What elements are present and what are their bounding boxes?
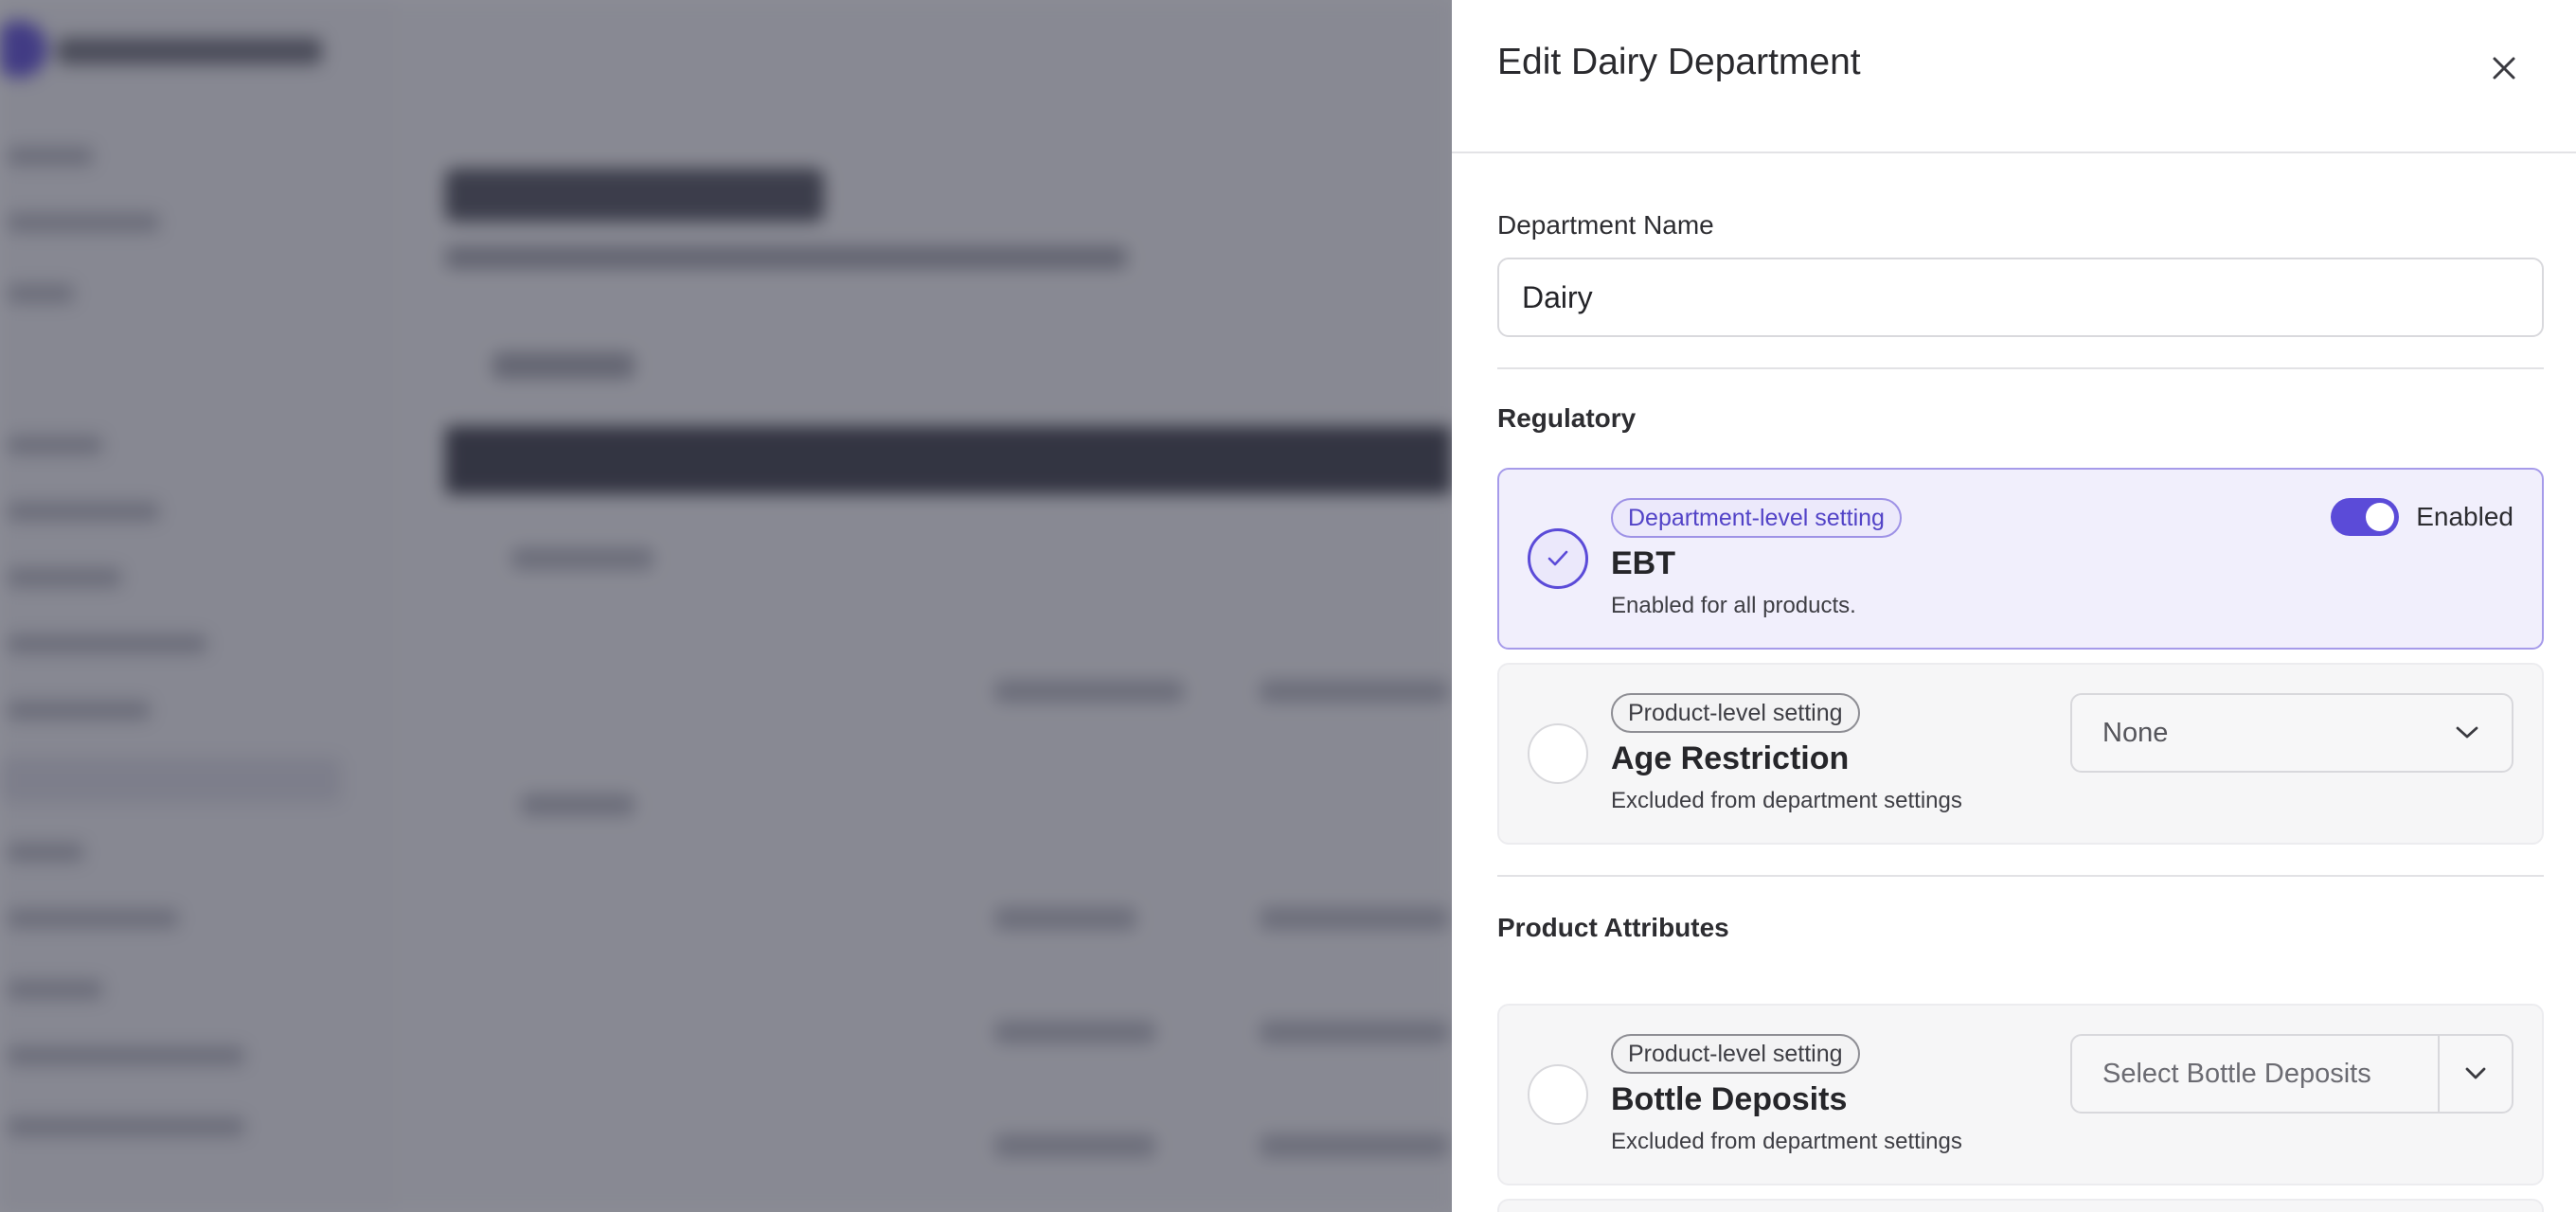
bottle-deposits-description: Excluded from department settings xyxy=(1611,1129,1962,1154)
ebt-toggle[interactable] xyxy=(2331,498,2400,536)
drawer-title: Edit Dairy Department xyxy=(1497,42,1861,82)
close-button[interactable] xyxy=(2485,49,2523,87)
bottle-deposits-level-badge: Product-level setting xyxy=(1611,1034,1860,1074)
divider xyxy=(1497,875,2544,877)
bottle-deposits-radio[interactable] xyxy=(1528,1064,1588,1125)
toggle-knob xyxy=(2366,503,2395,531)
ebt-toggle-group: Enabled xyxy=(2331,498,2513,536)
regulatory-section-title: Regulatory xyxy=(1497,403,1637,433)
edit-department-drawer: Edit Dairy Department Department Name Re… xyxy=(1452,0,2576,1212)
chevron-down-icon xyxy=(2453,719,2481,747)
ebt-title: EBT xyxy=(1611,545,1675,581)
age-restriction-select-value: None xyxy=(2102,717,2169,748)
age-restriction-card[interactable]: Product-level setting Age Restriction Ex… xyxy=(1497,663,2544,845)
drawer-body: Department Name Regulatory Department-le… xyxy=(1452,210,2576,1212)
ebt-radio[interactable] xyxy=(1528,528,1588,589)
product-attributes-section-title: Product Attributes xyxy=(1497,913,1729,942)
ebt-toggle-label: Enabled xyxy=(2416,502,2513,531)
drawer-header: Edit Dairy Department xyxy=(1452,0,2576,153)
age-restriction-radio[interactable] xyxy=(1528,723,1588,784)
department-name-input[interactable] xyxy=(1497,258,2544,337)
age-restriction-select[interactable]: None xyxy=(2070,693,2513,773)
bottle-deposits-title: Bottle Deposits xyxy=(1611,1081,1848,1117)
bottle-deposits-dropdown-button[interactable] xyxy=(2440,1036,2512,1112)
age-restriction-description: Excluded from department settings xyxy=(1611,788,1962,813)
close-icon xyxy=(2493,57,2515,80)
age-restriction-level-badge: Product-level setting xyxy=(1611,693,1860,733)
check-icon xyxy=(1547,550,1568,566)
department-name-label: Department Name xyxy=(1497,210,1714,240)
age-restriction-title: Age Restriction xyxy=(1611,740,1850,776)
chevron-down-icon xyxy=(2465,1067,2486,1079)
divider xyxy=(1497,367,2544,369)
next-card-partial xyxy=(1497,1199,2544,1212)
ebt-description: Enabled for all products. xyxy=(1611,593,1856,618)
ebt-card[interactable]: Department-level setting EBT Enabled for… xyxy=(1497,468,2544,650)
modal-overlay[interactable] xyxy=(0,0,1452,1212)
bottle-deposits-select-field[interactable]: Select Bottle Deposits xyxy=(2072,1036,2440,1112)
bottle-deposits-select: Select Bottle Deposits xyxy=(2070,1034,2513,1114)
ebt-level-badge: Department-level setting xyxy=(1611,498,1902,538)
bottle-deposits-card[interactable]: Product-level setting Bottle Deposits Ex… xyxy=(1497,1004,2544,1185)
